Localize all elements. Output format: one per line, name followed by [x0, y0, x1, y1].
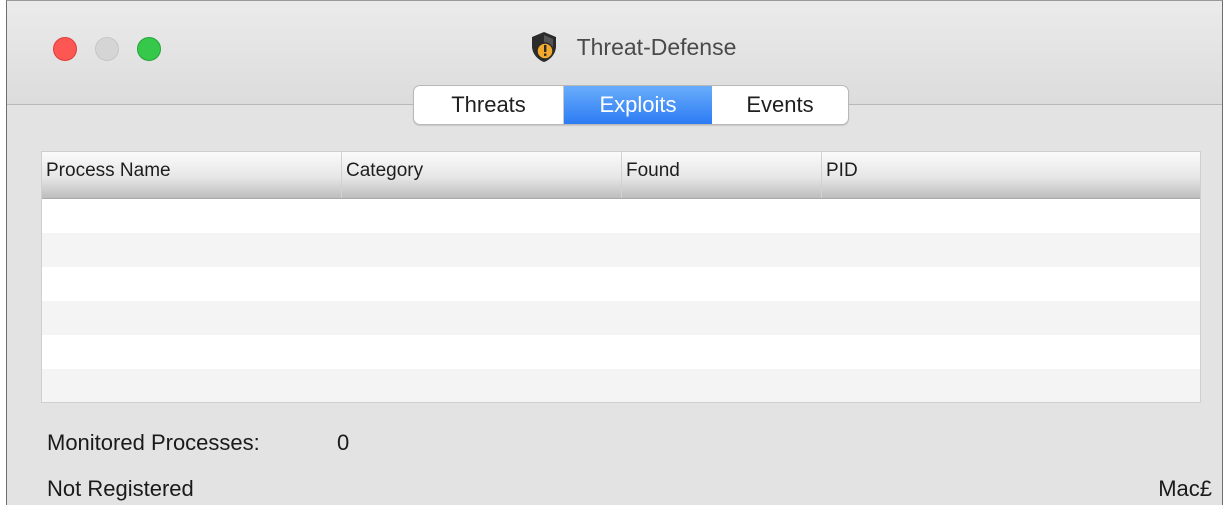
- column-header-found[interactable]: Found: [622, 152, 822, 198]
- table-header: Process Name Category Found PID: [42, 152, 1200, 199]
- tab-events[interactable]: Events: [712, 86, 848, 124]
- registration-status: Not Registered: [47, 476, 194, 501]
- table-row[interactable]: [42, 301, 1200, 335]
- monitored-processes-label: Monitored Processes:: [47, 430, 260, 455]
- window-title: Threat-Defense: [576, 33, 737, 60]
- app-window: Threat-Defense Threats Exploits Events P…: [6, 0, 1223, 505]
- column-header-category[interactable]: Category: [342, 152, 622, 198]
- window-title-area: Threat-Defense: [7, 31, 1222, 67]
- shield-warning-icon: [529, 31, 559, 63]
- column-header-pid[interactable]: PID: [822, 152, 1200, 198]
- table-row[interactable]: [42, 267, 1200, 301]
- content-area: Process Name Category Found PID Monitore…: [7, 105, 1222, 505]
- view-tabs: Threats Exploits Events: [413, 85, 849, 125]
- table-row[interactable]: [42, 199, 1200, 233]
- brand-label: Mac£: [1158, 476, 1212, 501]
- column-header-process-name[interactable]: Process Name: [42, 152, 342, 198]
- tab-exploits[interactable]: Exploits: [564, 86, 712, 124]
- tab-threats[interactable]: Threats: [414, 86, 564, 124]
- monitored-processes-count: 0: [337, 430, 350, 455]
- table-row[interactable]: [42, 335, 1200, 369]
- exploits-table: Process Name Category Found PID: [41, 151, 1201, 403]
- table-row[interactable]: [42, 233, 1200, 267]
- table-row[interactable]: [42, 369, 1200, 402]
